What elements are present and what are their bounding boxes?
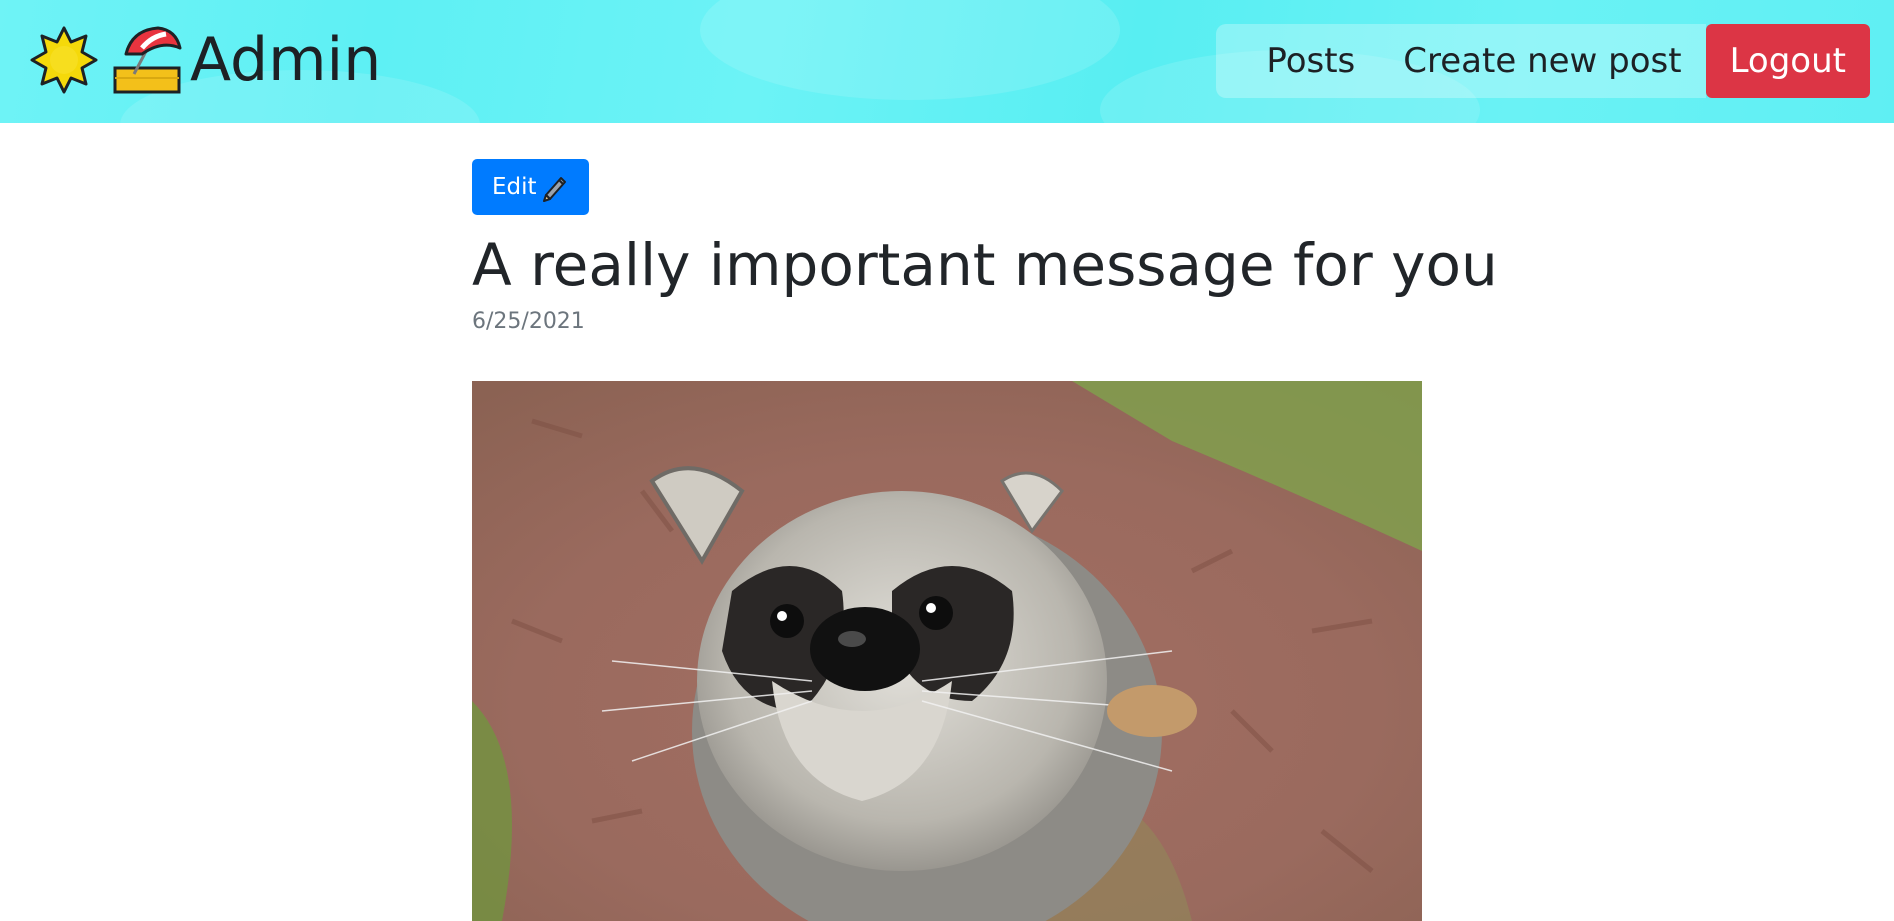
brand-title: Admin: [190, 25, 382, 95]
edit-label: Edit: [492, 174, 537, 200]
logout-button[interactable]: Logout: [1705, 24, 1870, 98]
navbar: Admin Posts Create new post Logout: [0, 0, 1894, 123]
nav-link-create-post[interactable]: Create new post: [1379, 24, 1705, 98]
post-content: Edit A really important message for you …: [472, 159, 1498, 334]
post-date: 6/25/2021: [472, 309, 585, 334]
edit-button[interactable]: Edit: [472, 159, 589, 215]
raccoon-photo: [472, 381, 1422, 921]
brand-link[interactable]: Admin: [28, 22, 381, 98]
nav-links: Posts Create new post Logout: [1216, 24, 1870, 98]
navbar-texture: [700, 0, 1120, 100]
nav-panel: Posts Create new post: [1216, 24, 1706, 98]
nav-link-posts[interactable]: Posts: [1242, 24, 1379, 98]
post-title: A really important message for you: [472, 231, 1498, 299]
beach-umbrella-icon: [112, 24, 184, 96]
sun-icon: [28, 24, 100, 96]
pencil-icon: [539, 172, 569, 202]
